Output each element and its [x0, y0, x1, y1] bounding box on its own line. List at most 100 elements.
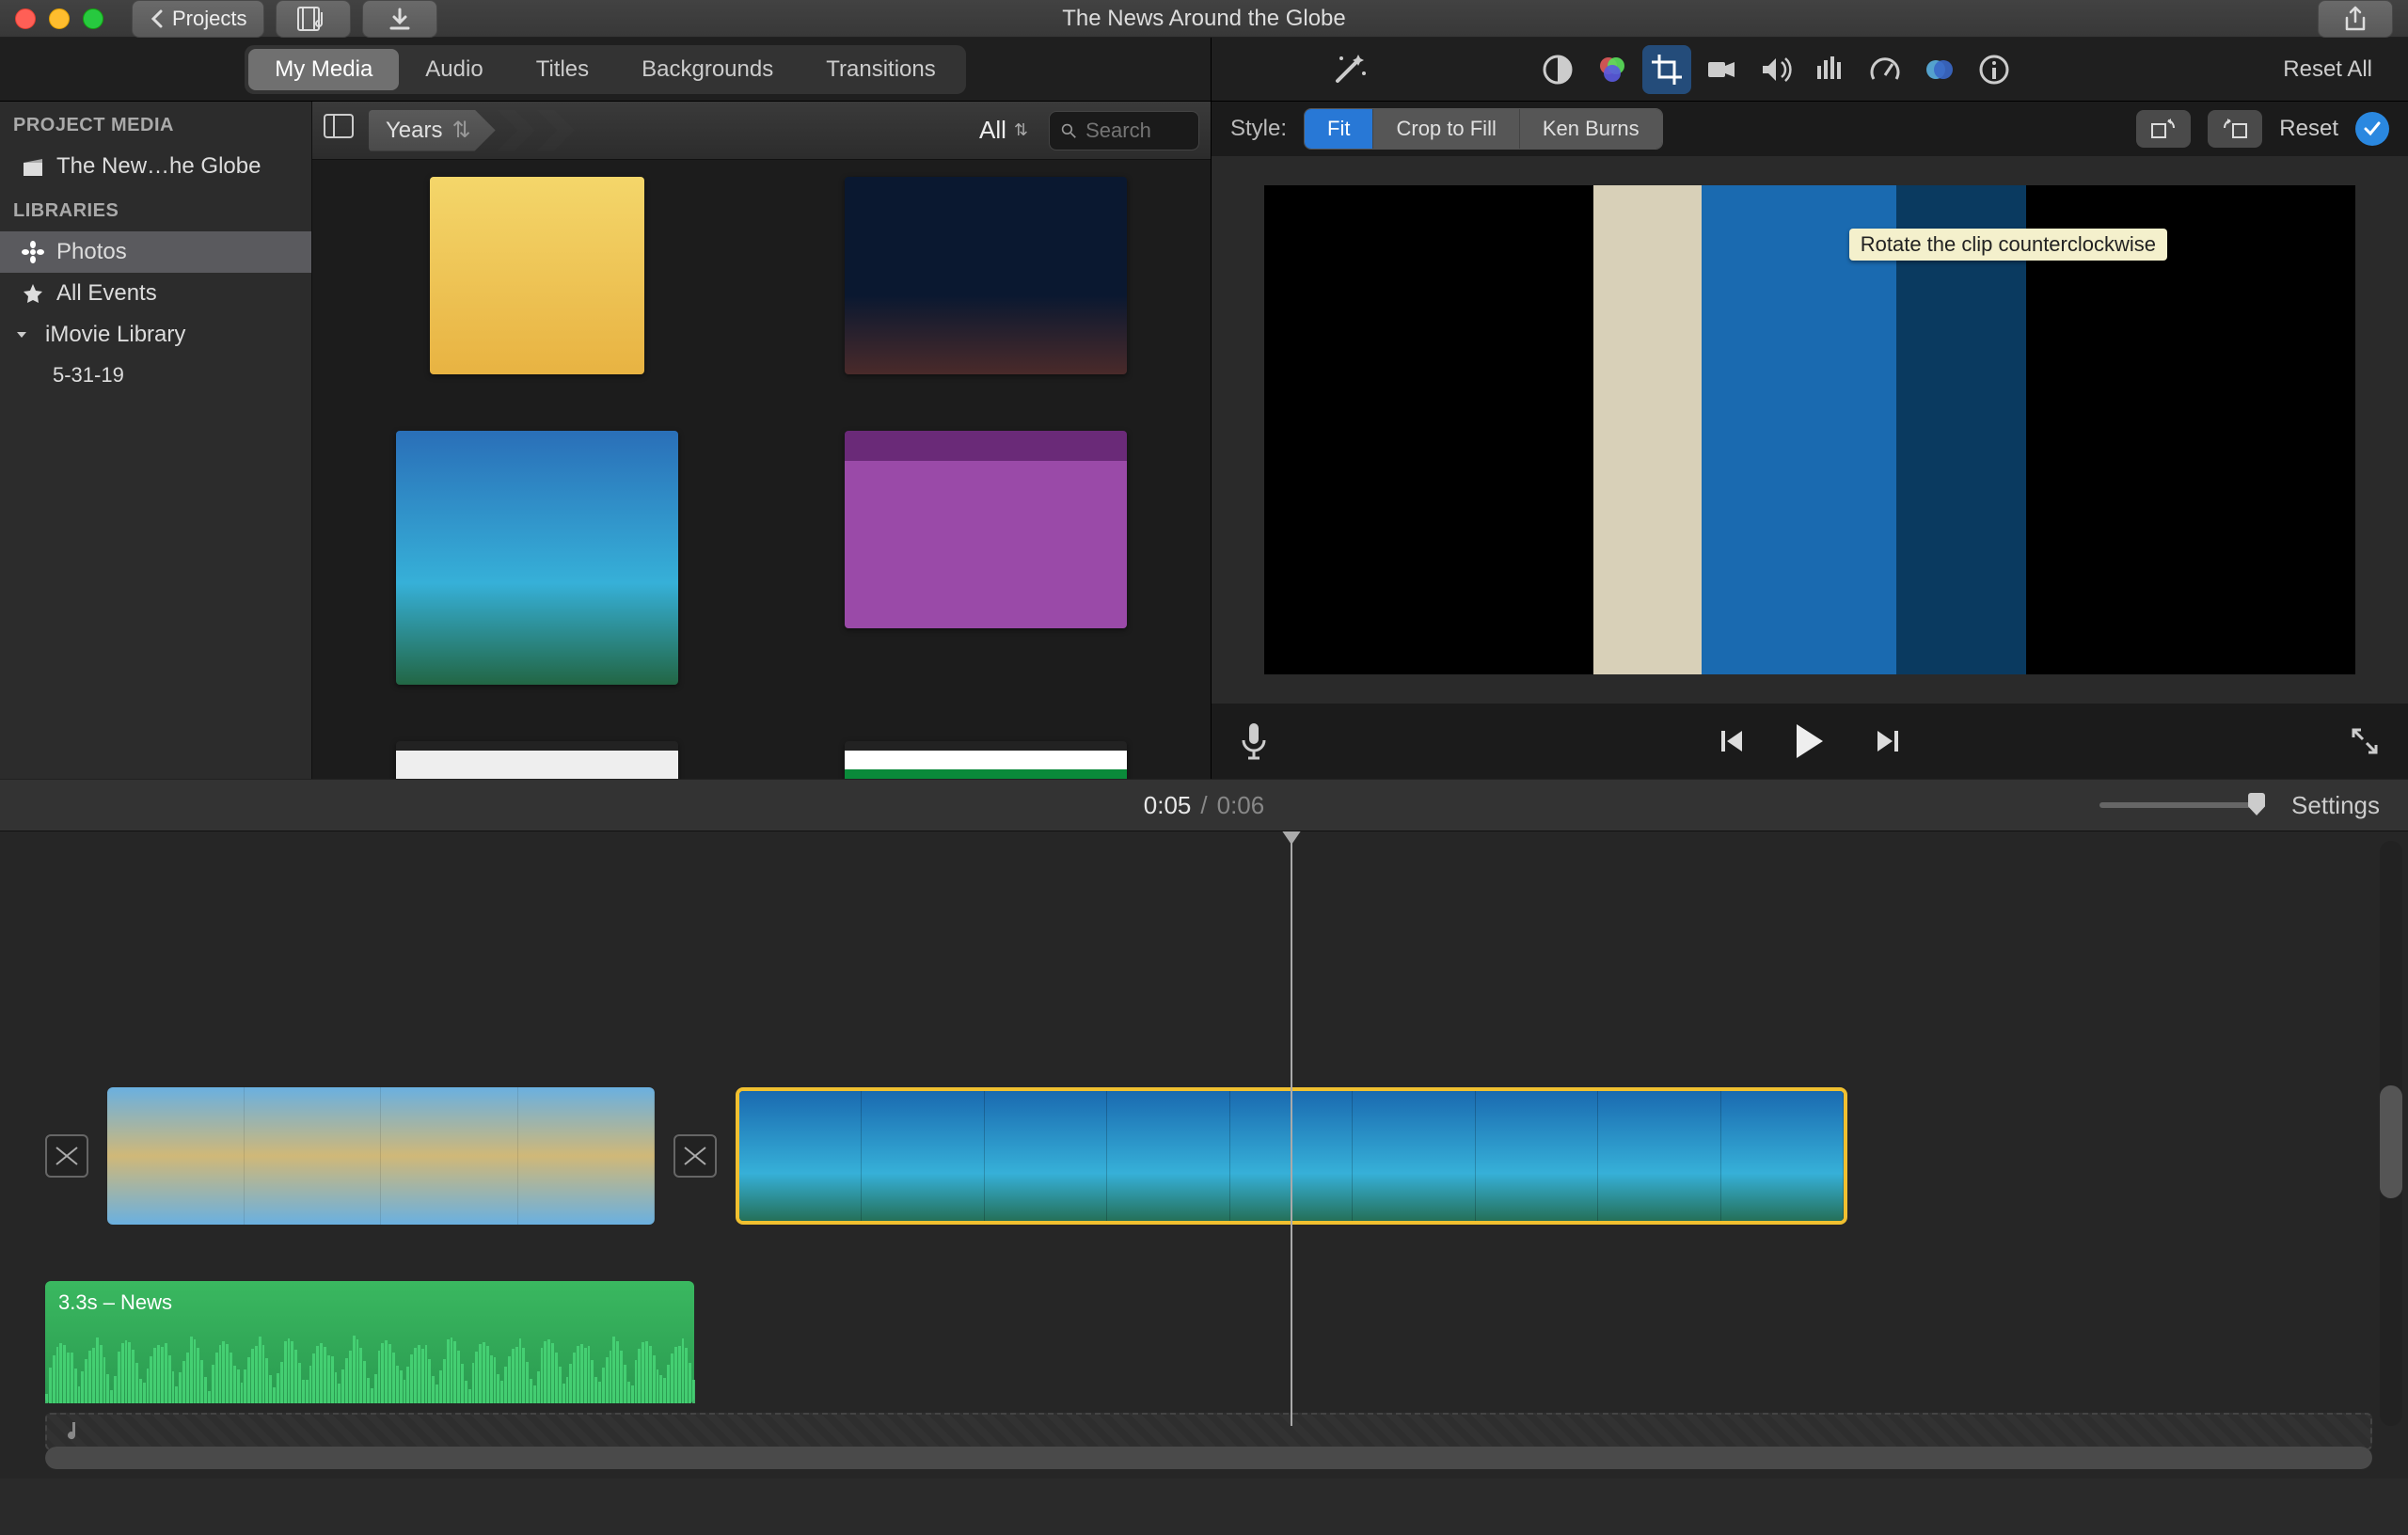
- sidebar-item-event[interactable]: 5-31-19: [0, 356, 311, 395]
- thumbnail-grid[interactable]: [312, 160, 1211, 779]
- auto-enhance-button[interactable]: [1328, 49, 1370, 90]
- sidebar-toggle-button[interactable]: [324, 114, 357, 148]
- timeline-clip-1[interactable]: [107, 1087, 655, 1225]
- speedometer-icon: [1868, 53, 1902, 87]
- filter-label: All: [979, 116, 1006, 145]
- breadcrumb-slot[interactable]: [537, 110, 575, 151]
- background-music-track[interactable]: [45, 1413, 2372, 1450]
- breadcrumb-slot[interactable]: [498, 110, 535, 151]
- tab-my-media[interactable]: My Media: [248, 49, 399, 90]
- film-music-icon: [297, 7, 329, 31]
- filter-dropdown[interactable]: All ⇅: [970, 112, 1038, 149]
- video-camera-icon: [1704, 53, 1738, 87]
- chevron-left-icon: [150, 9, 163, 28]
- viewer: Rotate the clip counterclockwise: [1212, 156, 2408, 704]
- scrollbar-thumb[interactable]: [2380, 1085, 2402, 1198]
- event-date-label: 5-31-19: [53, 363, 124, 388]
- rotate-counterclockwise-button[interactable]: [2208, 110, 2262, 148]
- video-track: [45, 1087, 1847, 1225]
- speed-button[interactable]: [1861, 45, 1909, 94]
- download-button[interactable]: [362, 0, 437, 38]
- settings-button[interactable]: Settings: [2291, 791, 2380, 820]
- sidebar-item-all-events[interactable]: All Events: [0, 273, 311, 314]
- photos-label: Photos: [56, 239, 127, 265]
- project-media-header: PROJECT MEDIA: [0, 102, 311, 146]
- media-thumbnail[interactable]: [430, 177, 644, 374]
- projects-button[interactable]: Projects: [132, 0, 264, 38]
- magic-wand-icon: [1328, 49, 1370, 90]
- fullscreen-button[interactable]: [2350, 726, 2380, 756]
- viewer-canvas[interactable]: Rotate the clip counterclockwise: [1264, 185, 2355, 674]
- style-fit[interactable]: Fit: [1305, 109, 1373, 149]
- volume-button[interactable]: [1751, 45, 1800, 94]
- minimize-window-button[interactable]: [49, 8, 70, 29]
- equalizer-icon: [1814, 53, 1847, 87]
- vertical-scrollbar[interactable]: [2380, 841, 2402, 1426]
- import-media-button[interactable]: [276, 0, 351, 38]
- stabilization-button[interactable]: [1697, 45, 1746, 94]
- tab-audio[interactable]: Audio: [399, 49, 509, 90]
- tooltip: Rotate the clip counterclockwise: [1849, 229, 2167, 261]
- media-browser: Years ⇅ All ⇅: [312, 102, 1212, 779]
- sidebar-item-photos[interactable]: Photos: [0, 231, 311, 273]
- rotate-clockwise-button[interactable]: [2136, 110, 2191, 148]
- scrollbar-thumb[interactable]: [45, 1447, 2372, 1469]
- crop-icon: [1650, 53, 1684, 87]
- zoom-knob[interactable]: [2248, 793, 2265, 815]
- disclosure-triangle-icon[interactable]: [9, 323, 34, 347]
- prev-button[interactable]: [1718, 727, 1746, 755]
- search-input[interactable]: [1085, 119, 1187, 143]
- tab-backgrounds[interactable]: Backgrounds: [615, 49, 800, 90]
- timeline[interactable]: 3.3s – News: [0, 831, 2408, 1479]
- next-button[interactable]: [1874, 727, 1902, 755]
- media-thumbnail[interactable]: [845, 177, 1127, 374]
- breadcrumb-years[interactable]: Years ⇅: [369, 110, 496, 151]
- media-thumbnail[interactable]: [396, 741, 678, 779]
- top-row: My Media Audio Titles Backgrounds Transi…: [0, 38, 2408, 102]
- adjust-toolbar: [1533, 45, 2019, 94]
- search-field[interactable]: [1049, 111, 1199, 150]
- transition-icon: [55, 1146, 79, 1166]
- microphone-icon: [1240, 721, 1268, 761]
- filters-button[interactable]: [1915, 45, 1964, 94]
- color-balance-button[interactable]: [1533, 45, 1582, 94]
- noise-reduction-button[interactable]: [1806, 45, 1855, 94]
- tab-titles[interactable]: Titles: [510, 49, 615, 90]
- zoom-slider[interactable]: [2099, 802, 2258, 808]
- reset-crop-button[interactable]: Reset: [2279, 116, 2338, 142]
- media-thumbnail[interactable]: [396, 431, 678, 685]
- style-crop-to-fill[interactable]: Crop to Fill: [1373, 109, 1519, 149]
- crop-button[interactable]: [1642, 45, 1691, 94]
- project-item[interactable]: The New…he Globe: [0, 146, 311, 187]
- audio-clip-label: 3.3s – News: [58, 1290, 681, 1315]
- media-thumbnail[interactable]: [845, 431, 1127, 628]
- current-time: 0:05: [1144, 791, 1192, 820]
- tab-transitions[interactable]: Transitions: [800, 49, 961, 90]
- voiceover-button[interactable]: [1240, 721, 1268, 761]
- share-button[interactable]: [2318, 0, 2393, 38]
- zoom-window-button[interactable]: [83, 8, 103, 29]
- transition-mid[interactable]: [673, 1134, 717, 1178]
- info-button[interactable]: [1970, 45, 2019, 94]
- color-correction-button[interactable]: [1588, 45, 1637, 94]
- breadcrumb-label: Years: [386, 118, 443, 144]
- sidebar-item-imovie-library[interactable]: iMovie Library: [0, 314, 311, 356]
- style-ken-burns[interactable]: Ken Burns: [1520, 109, 1662, 149]
- play-button[interactable]: [1793, 722, 1827, 760]
- apply-crop-button[interactable]: [2355, 112, 2389, 146]
- playhead[interactable]: [1291, 831, 1292, 1426]
- transport-bar: [1212, 704, 2408, 779]
- reset-all-button[interactable]: Reset All: [2270, 51, 2385, 88]
- media-thumbnail[interactable]: [845, 741, 1127, 779]
- browser-toolbar: Years ⇅ All ⇅: [312, 102, 1211, 160]
- skip-back-icon: [1718, 727, 1746, 755]
- window-controls: [15, 8, 103, 29]
- time-separator: /: [1200, 791, 1207, 820]
- horizontal-scrollbar[interactable]: [45, 1447, 2372, 1469]
- transition-start[interactable]: [45, 1134, 88, 1178]
- audio-clip[interactable]: 3.3s – News: [45, 1281, 694, 1403]
- libraries-header: LIBRARIES: [0, 187, 311, 231]
- updown-chevron-icon: ⇅: [1014, 120, 1028, 140]
- close-window-button[interactable]: [15, 8, 36, 29]
- speaker-icon: [1759, 53, 1793, 87]
